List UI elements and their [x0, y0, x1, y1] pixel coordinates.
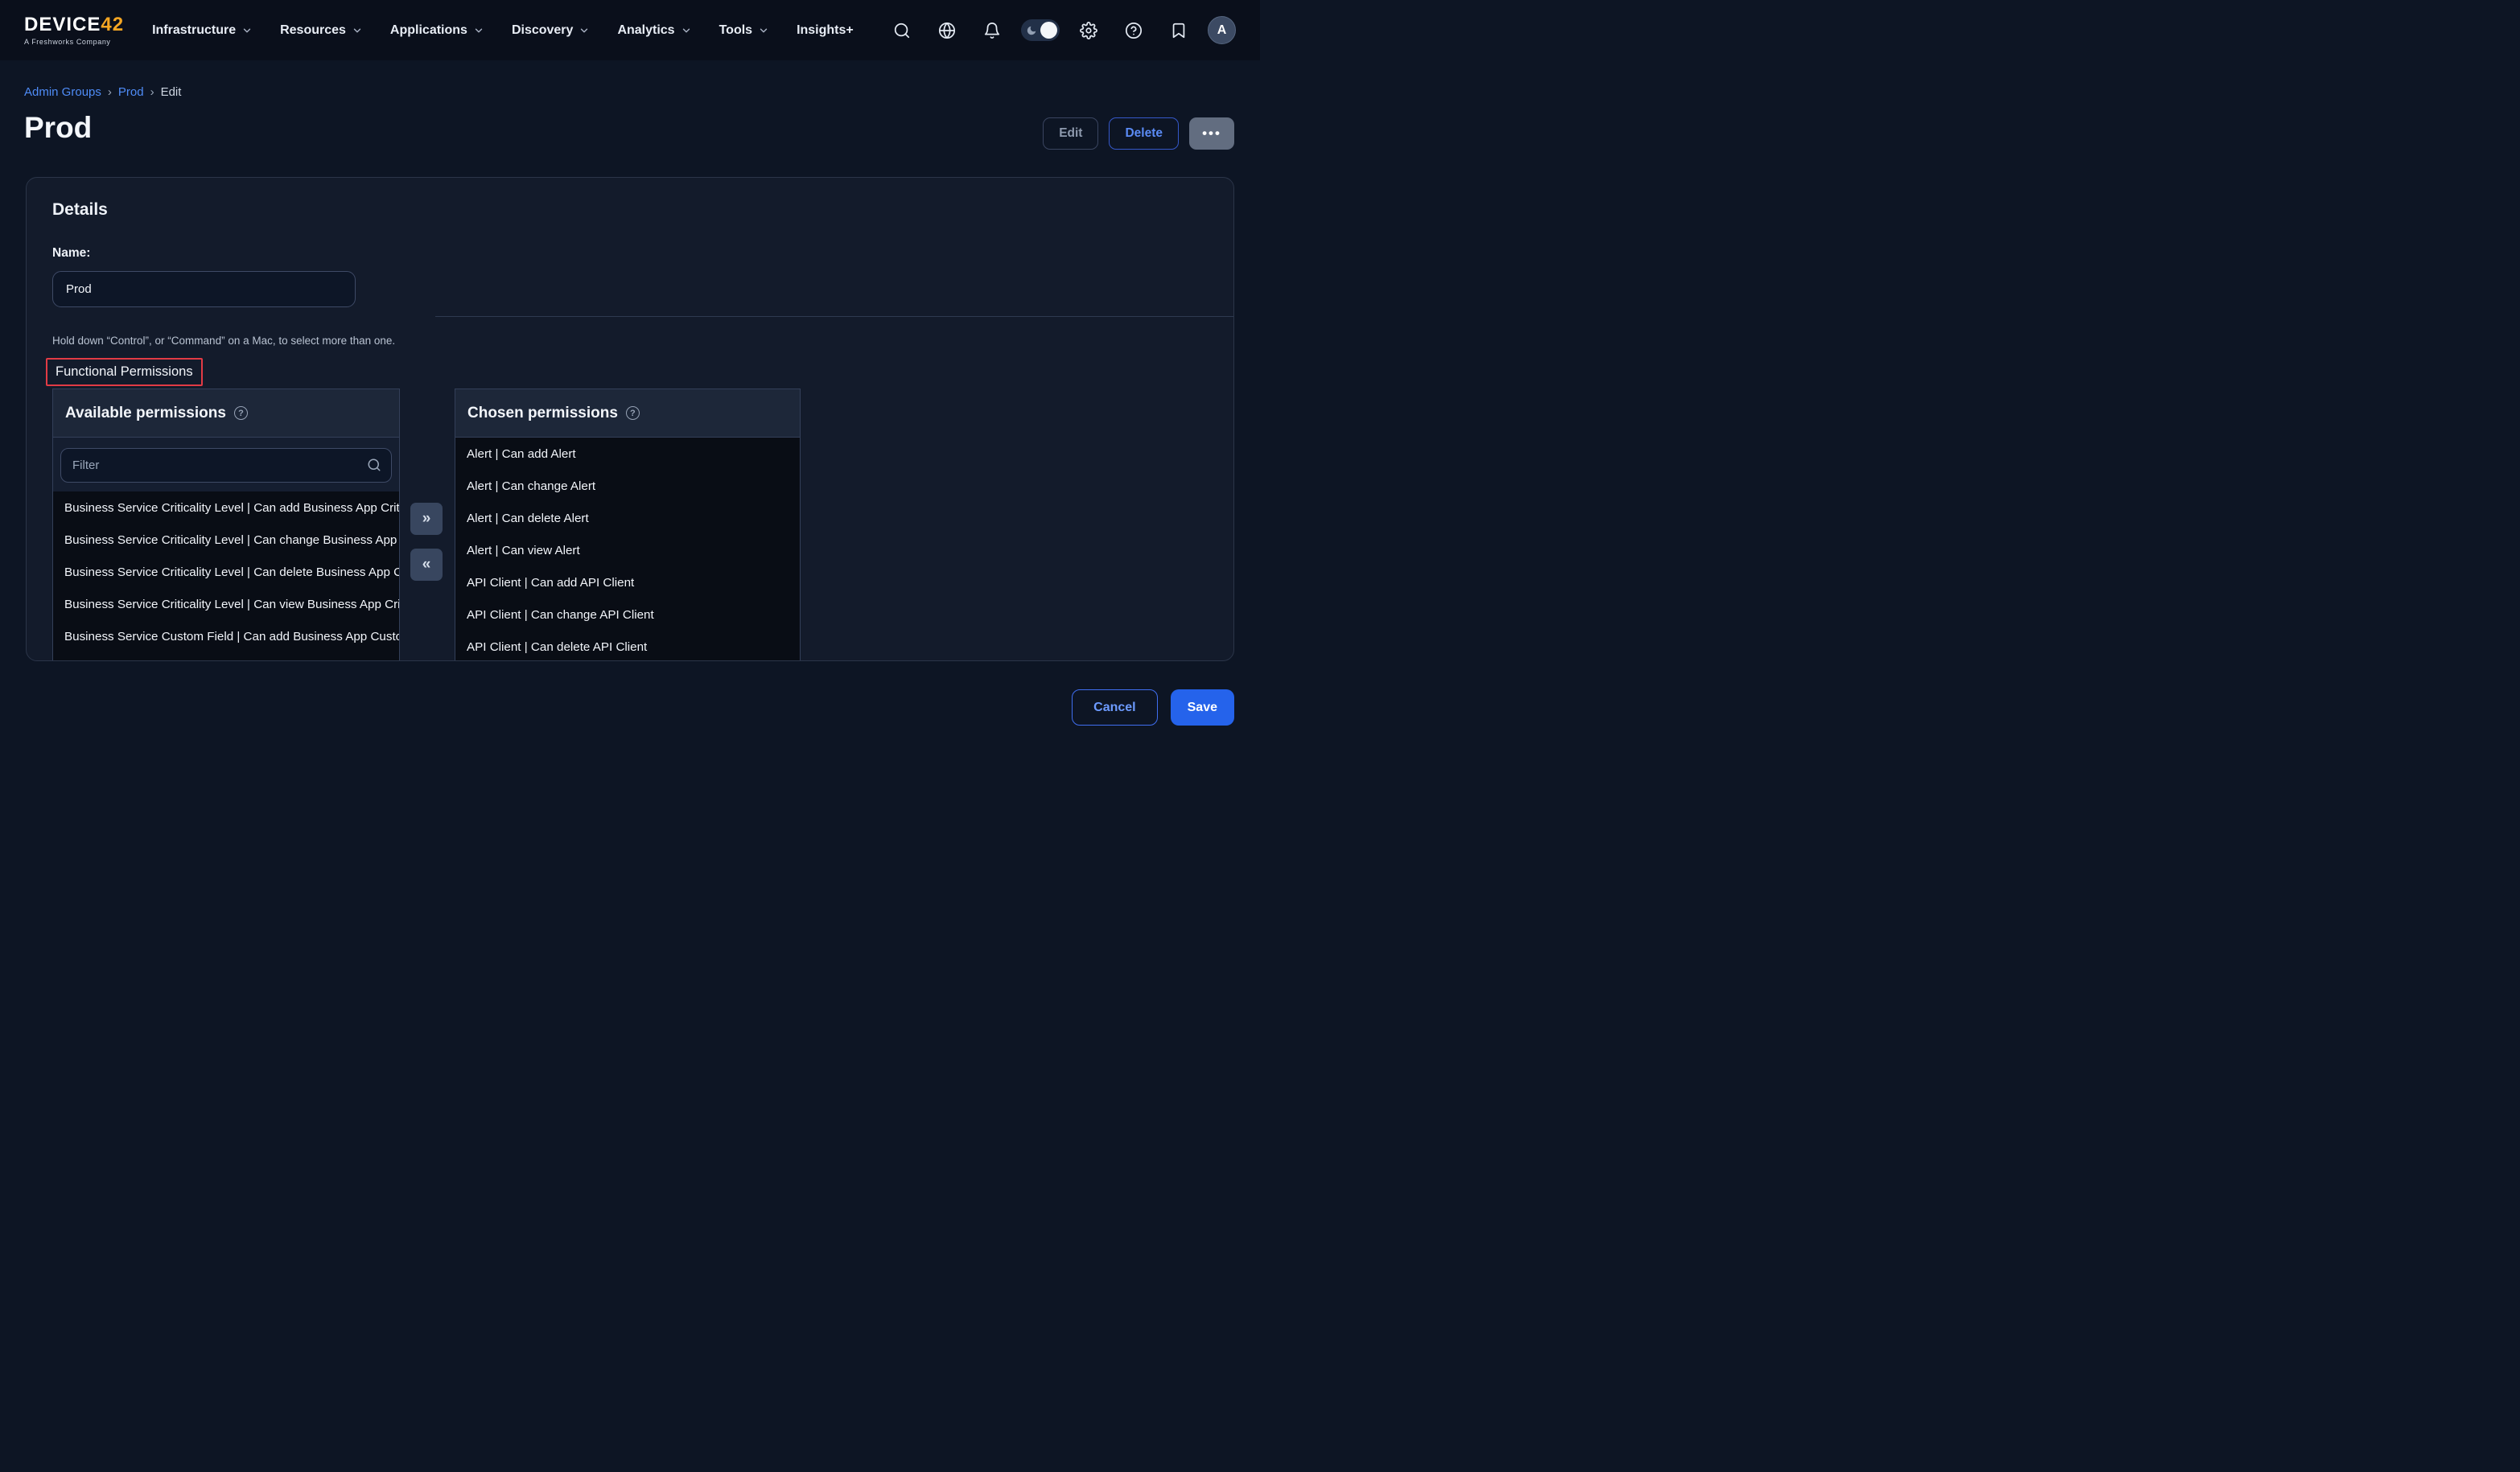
notifications-button[interactable] [976, 14, 1008, 47]
form-footer-actions: Cancel Save [1072, 689, 1234, 726]
list-item[interactable]: Business Service Criticality Level | Can… [53, 588, 399, 620]
breadcrumb-separator: › [150, 85, 154, 99]
bell-icon [983, 22, 1001, 39]
name-label: Name: [52, 246, 90, 261]
chevron-down-icon [681, 25, 692, 36]
available-permissions-panel: Available permissions ? Business Service… [52, 389, 400, 661]
filter-input[interactable] [60, 448, 392, 483]
nav-item-label: Applications [390, 23, 467, 38]
chosen-permissions-panel: Chosen permissions ? Alert | Can add Ale… [455, 389, 801, 661]
nav-item-analytics[interactable]: Analytics [607, 15, 702, 46]
top-navigation-bar: DEVICE42 A Freshworks Company Infrastruc… [0, 0, 1260, 60]
list-item[interactable]: Business Service Criticality Level | Can… [53, 524, 399, 556]
globe-button[interactable] [931, 14, 963, 47]
nav-item-tools[interactable]: Tools [709, 15, 780, 46]
list-item[interactable]: Alert | Can delete Alert [455, 502, 800, 534]
functional-permissions-label: Functional Permissions [56, 364, 193, 379]
list-item[interactable]: Business Service Custom Field | Can add … [53, 620, 399, 652]
save-button[interactable]: Save [1171, 689, 1234, 726]
settings-button[interactable] [1073, 14, 1105, 47]
name-input[interactable] [52, 271, 356, 307]
multi-select-hint: Hold down “Control”, or “Command” on a M… [52, 335, 395, 347]
move-all-right-button[interactable]: » [410, 503, 443, 535]
page-header-actions: Edit Delete ••• [1043, 117, 1234, 150]
available-permissions-header: Available permissions ? [53, 389, 399, 438]
list-item[interactable]: API Client | Can change API Client [455, 598, 800, 631]
breadcrumb-edit: Edit [161, 85, 182, 99]
chosen-permissions-list: Alert | Can add Alert Alert | Can change… [455, 438, 800, 661]
available-permissions-list: Business Service Criticality Level | Can… [53, 491, 399, 661]
theme-toggle[interactable] [1021, 19, 1060, 41]
page-title: Prod [24, 111, 92, 145]
list-item[interactable]: Alert | Can change Alert [455, 470, 800, 502]
delete-button[interactable]: Delete [1109, 117, 1179, 150]
nav-item-infrastructure[interactable]: Infrastructure [142, 15, 263, 46]
chevron-down-icon [241, 25, 253, 36]
list-item[interactable]: Alert | Can view Alert [455, 534, 800, 566]
chevron-down-icon [579, 25, 590, 36]
nav-utilities: A [886, 14, 1236, 47]
gear-icon [1080, 22, 1097, 39]
nav-item-label: Analytics [617, 23, 674, 38]
chosen-permissions-header: Chosen permissions ? [455, 389, 800, 438]
search-icon [893, 22, 911, 39]
logo-subtitle: A Freshworks Company [24, 38, 124, 46]
bookmark-button[interactable] [1163, 14, 1195, 47]
help-button[interactable] [1118, 14, 1150, 47]
nav-item-insights[interactable]: Insights+ [786, 15, 864, 46]
more-actions-button[interactable]: ••• [1189, 117, 1234, 150]
chosen-permissions-title: Chosen permissions [467, 405, 618, 422]
nav-item-discovery[interactable]: Discovery [501, 15, 601, 46]
list-item[interactable]: API Client | Can add API Client [455, 566, 800, 598]
breadcrumb: Admin Groups › Prod › Edit [24, 85, 181, 99]
breadcrumb-admin-groups[interactable]: Admin Groups [24, 85, 101, 99]
functional-permissions-highlight: Functional Permissions [46, 358, 203, 386]
main-menu: Infrastructure Resources Applications Di… [142, 15, 864, 46]
nav-item-label: Tools [719, 23, 752, 38]
globe-icon [938, 22, 956, 39]
nav-item-label: Discovery [512, 23, 574, 38]
chevron-down-icon [758, 25, 769, 36]
search-button[interactable] [886, 14, 918, 47]
device42-logo[interactable]: DEVICE42 A Freshworks Company [24, 15, 124, 46]
breadcrumb-prod[interactable]: Prod [118, 85, 144, 99]
list-item[interactable]: Business Service Criticality Level | Can… [53, 556, 399, 588]
breadcrumb-separator: › [108, 85, 112, 99]
nav-item-label: Insights+ [797, 23, 854, 38]
move-all-left-button[interactable]: « [410, 549, 443, 581]
chosen-help-icon[interactable]: ? [626, 406, 640, 420]
chevron-down-icon [473, 25, 484, 36]
available-permissions-title: Available permissions [65, 405, 226, 422]
logo-text: DEVICE42 [24, 15, 124, 35]
cancel-button[interactable]: Cancel [1072, 689, 1157, 726]
bookmark-icon [1170, 22, 1188, 39]
filter-row [53, 438, 399, 491]
edit-button[interactable]: Edit [1043, 117, 1098, 150]
list-item[interactable]: Business Service Criticality Level | Can… [53, 491, 399, 524]
moon-icon [1026, 25, 1037, 36]
help-circle-icon [1125, 22, 1143, 39]
nav-item-resources[interactable]: Resources [270, 15, 373, 46]
list-item[interactable]: Alert | Can add Alert [455, 438, 800, 470]
user-avatar[interactable]: A [1208, 16, 1236, 44]
chevron-down-icon [352, 25, 363, 36]
details-heading: Details [52, 200, 108, 220]
toggle-knob [1040, 22, 1057, 39]
form-divider [435, 316, 1233, 317]
list-item[interactable]: API Client | Can delete API Client [455, 631, 800, 661]
details-card: Details Name: Hold down “Control”, or “C… [26, 177, 1234, 661]
avatar-initial: A [1217, 23, 1227, 38]
nav-item-label: Infrastructure [152, 23, 236, 38]
nav-item-label: Resources [280, 23, 346, 38]
available-help-icon[interactable]: ? [234, 406, 248, 420]
nav-item-applications[interactable]: Applications [380, 15, 495, 46]
